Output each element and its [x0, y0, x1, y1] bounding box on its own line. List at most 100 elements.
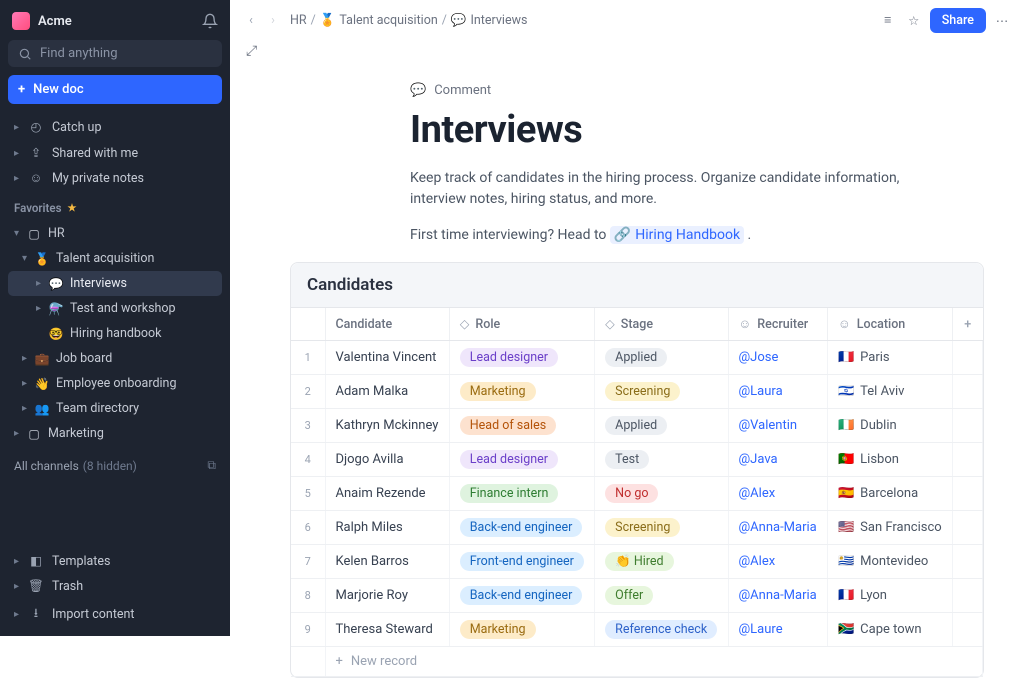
- all-channels[interactable]: All channels (8 hidden) ⧉: [8, 446, 222, 477]
- cell-candidate[interactable]: Ralph Miles: [325, 511, 449, 545]
- new-record-row[interactable]: +New record: [291, 647, 983, 677]
- cell-recruiter[interactable]: @Anna-Maria: [728, 511, 827, 545]
- cell-recruiter[interactable]: @Java: [728, 443, 827, 477]
- star-icon: ★: [68, 203, 77, 214]
- cell-stage[interactable]: Test: [595, 443, 728, 477]
- back-button[interactable]: ‹: [242, 13, 260, 28]
- cell-role[interactable]: Marketing: [449, 613, 594, 647]
- table-row[interactable]: 4Djogo AvillaLead designerTest@Java🇵🇹Lis…: [291, 443, 983, 477]
- cell-candidate[interactable]: Theresa Steward: [325, 613, 449, 647]
- cell-candidate[interactable]: Marjorie Roy: [325, 579, 449, 613]
- table-row[interactable]: 9Theresa StewardMarketingReference check…: [291, 613, 983, 647]
- templates-icon: ◧: [28, 553, 44, 569]
- table-row[interactable]: 6Ralph MilesBack-end engineerScreening@A…: [291, 511, 983, 545]
- cell-location[interactable]: 🇫🇷Lyon: [827, 579, 952, 613]
- tree-job-board[interactable]: ▸ 💼 Job board: [8, 346, 222, 371]
- add-column-button[interactable]: +: [953, 308, 983, 341]
- cell-location[interactable]: 🇺🇾Montevideo: [827, 545, 952, 579]
- tree-marketing[interactable]: ▸ ▢ Marketing: [8, 421, 222, 446]
- row-index: 5: [291, 477, 325, 511]
- tree-hr[interactable]: ▾ ▢ HR: [8, 221, 222, 246]
- table-row[interactable]: 3Kathryn MckinneyHead of salesApplied@Va…: [291, 409, 983, 443]
- cell-location[interactable]: 🇮🇱Tel Aviv: [827, 375, 952, 409]
- cell-candidate[interactable]: Adam Malka: [325, 375, 449, 409]
- cell-recruiter[interactable]: @Laure: [728, 613, 827, 647]
- table-row[interactable]: 5Anaim RezendeFinance internNo go@Alex🇪🇸…: [291, 477, 983, 511]
- cell-role[interactable]: Lead designer: [449, 443, 594, 477]
- workspace-header[interactable]: Acme: [8, 8, 222, 40]
- cell-role[interactable]: Back-end engineer: [449, 579, 594, 613]
- table-row[interactable]: 1Valentina VincentLead designerApplied@J…: [291, 341, 983, 375]
- cell-stage[interactable]: Screening: [595, 375, 728, 409]
- cell-location[interactable]: 🇪🇸Barcelona: [827, 477, 952, 511]
- col-stage[interactable]: ◇Stage: [595, 308, 728, 341]
- table-row[interactable]: 2Adam MalkaMarketingScreening@Laura🇮🇱Tel…: [291, 375, 983, 409]
- duplicate-icon[interactable]: ⧉: [207, 458, 216, 473]
- notifications-icon[interactable]: [202, 13, 218, 29]
- cell-role[interactable]: Front-end engineer: [449, 545, 594, 579]
- share-button[interactable]: Share: [930, 8, 986, 33]
- cell-recruiter[interactable]: @Alex: [728, 477, 827, 511]
- table-row[interactable]: 8Marjorie RoyBack-end engineerOffer@Anna…: [291, 579, 983, 613]
- tree-team-directory[interactable]: ▸ 👥 Team directory: [8, 396, 222, 421]
- cell-location[interactable]: 🇫🇷Paris: [827, 341, 952, 375]
- cell-stage[interactable]: Offer: [595, 579, 728, 613]
- cell-recruiter[interactable]: @Alex: [728, 545, 827, 579]
- col-role[interactable]: ◇Role: [449, 308, 594, 341]
- cell-stage[interactable]: Reference check: [595, 613, 728, 647]
- cell-role[interactable]: Head of sales: [449, 409, 594, 443]
- cell-role[interactable]: Finance intern: [449, 477, 594, 511]
- star-icon[interactable]: ☆: [904, 13, 924, 29]
- breadcrumb-talent[interactable]: 🏅Talent acquisition: [320, 13, 438, 28]
- cell-candidate[interactable]: Djogo Avilla: [325, 443, 449, 477]
- table-row[interactable]: 7Kelen BarrosFront-end engineer👏 Hired@A…: [291, 545, 983, 579]
- hiring-handbook-link[interactable]: 🔗Hiring Handbook: [610, 226, 744, 244]
- forward-button[interactable]: ›: [264, 13, 282, 28]
- flag-icon: 🇵🇹: [838, 452, 854, 467]
- cell-location[interactable]: 🇮🇪Dublin: [827, 409, 952, 443]
- cell-recruiter[interactable]: @Valentin: [728, 409, 827, 443]
- col-recruiter[interactable]: ☺Recruiter: [728, 308, 827, 341]
- cell-stage[interactable]: No go: [595, 477, 728, 511]
- nav-templates[interactable]: ▸ ◧ Templates: [8, 548, 222, 574]
- cell-candidate[interactable]: Valentina Vincent: [325, 341, 449, 375]
- new-doc-button[interactable]: + New doc: [8, 75, 222, 104]
- nav-trash[interactable]: ▸ 🗑 Trash: [8, 574, 222, 599]
- cell-stage[interactable]: Applied: [595, 341, 728, 375]
- cell-stage[interactable]: Screening: [595, 511, 728, 545]
- tree-test-workshop[interactable]: ▸ ⚗️ Test and workshop: [8, 296, 222, 321]
- col-location[interactable]: ☺Location: [827, 308, 952, 341]
- cell-location[interactable]: 🇵🇹Lisbon: [827, 443, 952, 477]
- nav-shared[interactable]: ▸ ⇪ Shared with me: [8, 140, 222, 166]
- tree-onboarding[interactable]: ▸ 👋 Employee onboarding: [8, 371, 222, 396]
- breadcrumb-interviews[interactable]: 💬Interviews: [451, 13, 528, 28]
- cell-recruiter[interactable]: @Laura: [728, 375, 827, 409]
- nav-catch-up[interactable]: ▸ ◴ Catch up: [8, 114, 222, 140]
- expand-icon[interactable]: ⤢: [246, 43, 257, 59]
- list-icon[interactable]: ≡: [878, 13, 898, 28]
- tree-talent-acquisition[interactable]: ▾ 🏅 Talent acquisition: [8, 246, 222, 271]
- cell-location[interactable]: 🇺🇸San Francisco: [827, 511, 952, 545]
- more-icon[interactable]: ⋯: [992, 13, 1012, 29]
- cell-location[interactable]: 🇿🇦Cape town: [827, 613, 952, 647]
- tree-interviews[interactable]: ▸ 💬 Interviews: [8, 271, 222, 296]
- cell-role[interactable]: Lead designer: [449, 341, 594, 375]
- cell-candidate[interactable]: Kathryn Mckinney: [325, 409, 449, 443]
- nav-import[interactable]: ▸ ⭳ Import content: [8, 599, 222, 630]
- nav-private[interactable]: ▸ ☺ My private notes: [8, 166, 222, 191]
- flask-icon: ⚗️: [48, 302, 64, 316]
- cell-stage[interactable]: Applied: [595, 409, 728, 443]
- cell-candidate[interactable]: Kelen Barros: [325, 545, 449, 579]
- comment-button[interactable]: 💬 Comment: [410, 83, 964, 98]
- breadcrumb-hr[interactable]: HR: [290, 13, 307, 28]
- cell-role[interactable]: Back-end engineer: [449, 511, 594, 545]
- col-candidate[interactable]: Candidate: [325, 308, 449, 341]
- cell-role[interactable]: Marketing: [449, 375, 594, 409]
- chevron-right-icon: ▸: [14, 556, 24, 567]
- search-input[interactable]: Find anything: [8, 40, 222, 67]
- cell-recruiter[interactable]: @Anna-Maria: [728, 579, 827, 613]
- cell-recruiter[interactable]: @Jose: [728, 341, 827, 375]
- tree-hiring-handbook[interactable]: ▸ 🤓 Hiring handbook: [8, 321, 222, 346]
- cell-stage[interactable]: 👏 Hired: [595, 545, 728, 579]
- cell-candidate[interactable]: Anaim Rezende: [325, 477, 449, 511]
